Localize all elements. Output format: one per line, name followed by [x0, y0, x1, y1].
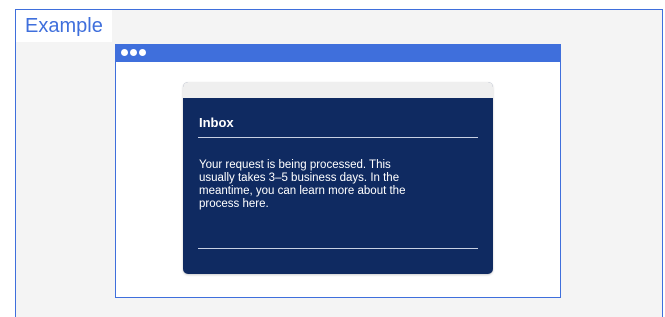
example-label: Example — [16, 10, 112, 42]
card-title: Inbox — [199, 115, 234, 130]
window-dot-icon — [130, 49, 137, 56]
browser-title-bar — [116, 45, 560, 62]
window-dot-icon — [139, 49, 146, 56]
card-header-bar — [183, 82, 493, 98]
inbox-card: Inbox Your request is being processed. T… — [183, 82, 493, 274]
card-message: Your request is being processed. This us… — [199, 159, 406, 210]
title-divider — [198, 137, 478, 138]
window-dot-icon — [121, 49, 128, 56]
bottom-divider — [198, 248, 478, 249]
